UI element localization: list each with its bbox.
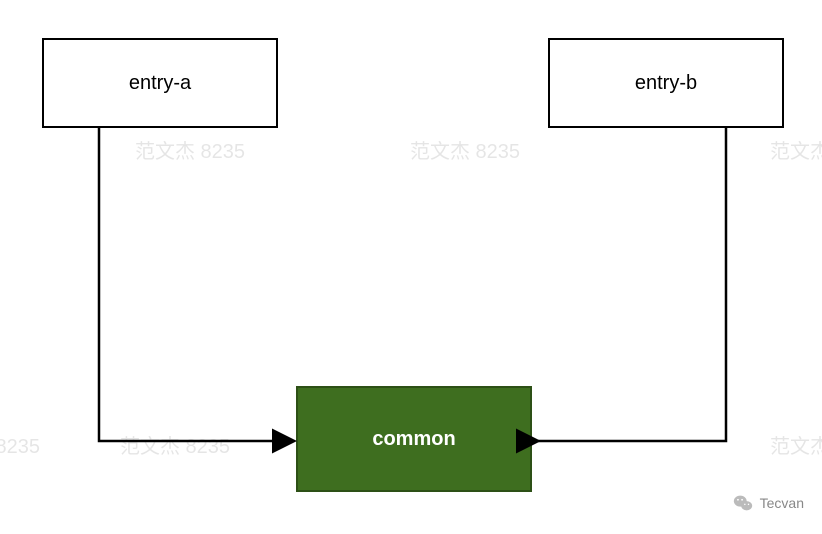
node-entry-a: entry-a	[42, 38, 278, 128]
attribution-text: Tecvan	[760, 495, 804, 511]
node-label: common	[372, 428, 455, 451]
watermark: 范文杰 8235	[770, 135, 822, 164]
watermark: 范文杰 8235	[0, 430, 40, 459]
node-common: common	[296, 386, 532, 492]
node-label: entry-a	[129, 72, 191, 95]
attribution: Tecvan	[732, 492, 804, 514]
node-label: entry-b	[635, 72, 697, 95]
watermark: 范文杰 8235	[120, 430, 230, 459]
node-entry-b: entry-b	[548, 38, 784, 128]
watermark: 范文杰 8235	[135, 135, 245, 164]
watermark: 范文杰 8235	[410, 135, 520, 164]
watermark: 范文杰 8235	[770, 430, 822, 459]
wechat-icon	[732, 492, 754, 514]
